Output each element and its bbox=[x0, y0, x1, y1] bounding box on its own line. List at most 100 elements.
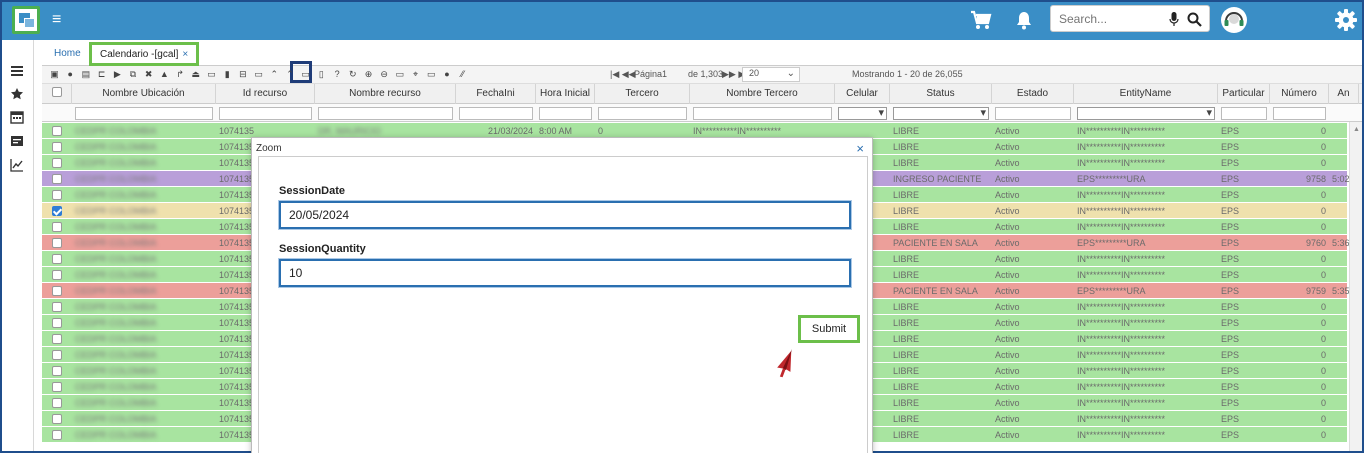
row-checkbox[interactable] bbox=[52, 334, 62, 344]
pager-page-input[interactable]: 1 bbox=[662, 69, 667, 79]
notifications-icon[interactable] bbox=[1016, 10, 1032, 30]
calendar-icon[interactable] bbox=[10, 110, 24, 124]
column-header[interactable]: Tercero bbox=[595, 84, 690, 104]
toolbar-delete-icon[interactable]: ✖ bbox=[143, 69, 154, 80]
toolbar-chat-icon[interactable]: ▭ bbox=[394, 69, 405, 80]
row-checkbox[interactable] bbox=[52, 158, 62, 168]
submit-button[interactable]: Submit bbox=[798, 315, 860, 343]
microphone-icon[interactable] bbox=[1169, 12, 1179, 27]
toolbar-redirect-icon[interactable]: ↱ bbox=[175, 69, 186, 80]
toolbar-zoom-in-icon[interactable]: ⊕ bbox=[363, 69, 374, 80]
toolbar-lock-icon[interactable]: ▮ bbox=[222, 69, 233, 80]
column-filter-select[interactable] bbox=[893, 106, 989, 120]
toolbar-add-icon[interactable]: ● bbox=[442, 69, 453, 80]
toolbar-field-icon[interactable]: ▭ bbox=[206, 69, 217, 80]
dialog-close-icon[interactable]: × bbox=[856, 141, 864, 156]
row-checkbox[interactable] bbox=[52, 254, 62, 264]
toolbar-upload-icon[interactable]: ⏏ bbox=[190, 69, 201, 80]
row-checkbox[interactable] bbox=[52, 318, 62, 328]
toolbar-frame-icon[interactable]: ▭ bbox=[253, 69, 264, 80]
row-checkbox[interactable] bbox=[52, 206, 62, 216]
toolbar-doc-icon[interactable]: ▯ bbox=[316, 69, 327, 80]
toolbar-pin-icon[interactable]: ⌖ bbox=[410, 69, 421, 80]
toolbar-run-icon[interactable]: ▶ bbox=[112, 69, 123, 80]
support-headset-icon[interactable] bbox=[1221, 7, 1247, 33]
settings-gear-icon[interactable] bbox=[1335, 9, 1357, 31]
column-filter-input[interactable] bbox=[219, 107, 312, 120]
app-logo[interactable] bbox=[12, 6, 40, 34]
tab-home[interactable]: Home bbox=[46, 46, 89, 64]
row-checkbox[interactable] bbox=[52, 270, 62, 280]
menu-toggle-icon[interactable]: ≡ bbox=[52, 12, 61, 28]
column-header[interactable]: Número bbox=[1270, 84, 1329, 104]
column-header[interactable]: Status bbox=[890, 84, 992, 104]
chart-line-icon[interactable] bbox=[10, 158, 24, 172]
column-filter-input[interactable] bbox=[459, 107, 533, 120]
toolbar-refresh-icon[interactable]: ↻ bbox=[347, 69, 358, 80]
toolbar-copy-icon[interactable]: ⧉ bbox=[128, 69, 139, 80]
row-checkbox[interactable] bbox=[52, 398, 62, 408]
column-header[interactable]: Particular bbox=[1218, 84, 1270, 104]
column-header[interactable]: Nombre Ubicación bbox=[72, 84, 216, 104]
column-filter-input[interactable] bbox=[693, 107, 832, 120]
column-header[interactable]: An bbox=[1329, 84, 1359, 104]
column-filter-select[interactable] bbox=[838, 106, 887, 120]
row-checkbox[interactable] bbox=[52, 350, 62, 360]
row-checkbox[interactable] bbox=[52, 190, 62, 200]
column-filter-input[interactable] bbox=[75, 107, 213, 120]
cart-icon[interactable] bbox=[970, 10, 992, 30]
toolbar-lock-alt-icon[interactable]: ⊟ bbox=[237, 69, 248, 80]
column-header[interactable]: Nombre Tercero bbox=[690, 84, 835, 104]
row-checkbox[interactable] bbox=[52, 126, 62, 136]
card-list-icon[interactable] bbox=[10, 134, 24, 148]
toolbar-history-icon[interactable]: ● bbox=[65, 69, 76, 80]
toolbar-zoom-out-icon[interactable]: ⊖ bbox=[379, 69, 390, 80]
toolbar-print-icon[interactable]: ⊏ bbox=[96, 69, 107, 80]
row-checkbox[interactable] bbox=[52, 238, 62, 248]
column-filter-select[interactable] bbox=[1077, 106, 1215, 120]
scroll-up-icon[interactable]: ▲ bbox=[1353, 126, 1360, 133]
tab-calendario[interactable]: Calendario -[gcal] × bbox=[89, 42, 200, 66]
tab-close-icon[interactable]: × bbox=[182, 49, 188, 60]
column-filter-input[interactable] bbox=[318, 107, 453, 120]
rows-per-page-select[interactable]: 20 ⌄ bbox=[742, 67, 800, 82]
favorites-star-icon[interactable] bbox=[10, 87, 24, 101]
global-search[interactable] bbox=[1050, 5, 1210, 32]
row-checkbox[interactable] bbox=[52, 174, 62, 184]
column-filter-input[interactable] bbox=[539, 107, 592, 120]
column-header[interactable]: FechaIni bbox=[456, 84, 536, 104]
toolbar-slash-icon[interactable]: ⁄⁄ bbox=[457, 69, 468, 80]
menu-list-icon[interactable] bbox=[10, 64, 24, 78]
row-checkbox[interactable] bbox=[52, 430, 62, 440]
row-checkbox[interactable] bbox=[52, 142, 62, 152]
column-header[interactable]: EntityName bbox=[1074, 84, 1218, 104]
row-checkbox[interactable] bbox=[52, 414, 62, 424]
column-filter-input[interactable] bbox=[1221, 107, 1267, 120]
row-checkbox[interactable] bbox=[52, 286, 62, 296]
toolbar-collapse-icon[interactable]: ⌃ bbox=[269, 69, 280, 80]
select-all-checkbox[interactable] bbox=[52, 87, 62, 97]
column-header[interactable]: Id recurso bbox=[216, 84, 315, 104]
toolbar-save-icon[interactable]: ▣ bbox=[49, 69, 60, 80]
search-input[interactable] bbox=[1059, 11, 1159, 27]
grid-scrollbar[interactable]: ▲ bbox=[1349, 122, 1362, 451]
pager-first-prev[interactable]: |◀ ◀◀ bbox=[610, 69, 636, 80]
column-header[interactable]: Celular bbox=[835, 84, 890, 104]
toolbar-notes-icon[interactable]: ▤ bbox=[80, 69, 91, 80]
row-checkbox[interactable] bbox=[52, 222, 62, 232]
toolbar-warning-icon[interactable]: ▲ bbox=[159, 69, 170, 80]
toolbar-help-icon[interactable]: ? bbox=[332, 69, 343, 80]
session-date-input[interactable] bbox=[278, 200, 852, 230]
column-header[interactable]: Nombre recurso bbox=[315, 84, 456, 104]
column-filter-input[interactable] bbox=[995, 107, 1071, 120]
column-header[interactable]: Hora Inicial bbox=[536, 84, 595, 104]
row-checkbox[interactable] bbox=[52, 302, 62, 312]
column-header[interactable]: Estado bbox=[992, 84, 1074, 104]
session-quantity-input[interactable] bbox=[278, 258, 852, 288]
row-checkbox[interactable] bbox=[52, 366, 62, 376]
column-filter-input[interactable] bbox=[1273, 107, 1326, 120]
toolbar-mail-icon[interactable]: ▭ bbox=[426, 69, 437, 80]
column-filter-input[interactable] bbox=[598, 107, 687, 120]
row-checkbox[interactable] bbox=[52, 382, 62, 392]
toolbar-field-2-icon[interactable]: ▭ bbox=[300, 69, 311, 80]
